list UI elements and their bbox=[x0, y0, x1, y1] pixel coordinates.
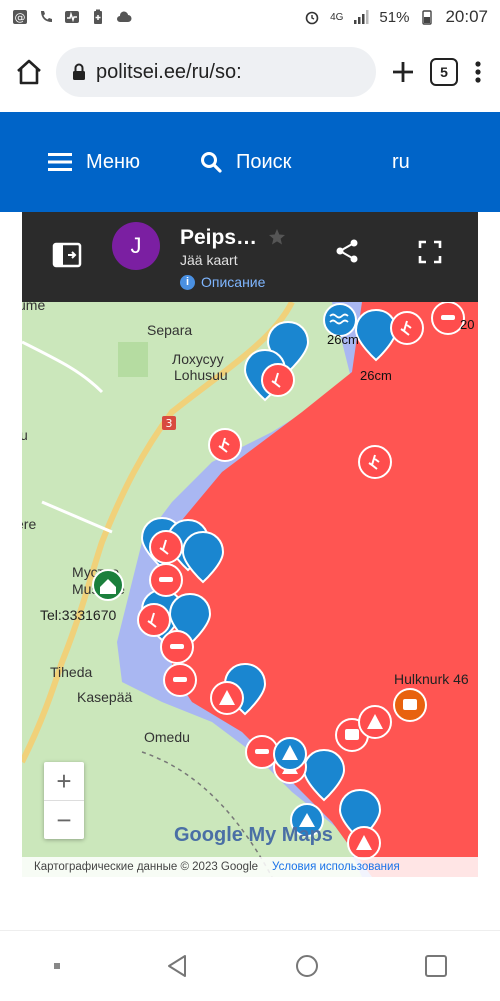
tab-switcher-button[interactable]: 5 bbox=[430, 58, 458, 86]
place-edge-ere: ere bbox=[22, 516, 36, 532]
place-edge-ume: ume bbox=[22, 302, 45, 313]
zoom-in-button[interactable]: + bbox=[44, 762, 84, 800]
google-my-maps-logo: Google My Maps bbox=[174, 824, 333, 846]
snowmobile-icon bbox=[441, 315, 455, 320]
attribution-text: Картографические данные © 2023 Google bbox=[34, 861, 259, 873]
at-icon: @ bbox=[13, 10, 27, 24]
language-switch[interactable]: ru bbox=[392, 151, 410, 174]
square-recents-icon[interactable] bbox=[423, 953, 449, 979]
hiking-marker-icon[interactable] bbox=[390, 311, 424, 345]
fullscreen-icon[interactable] bbox=[418, 240, 442, 264]
place-lohusuu: Lohusuu bbox=[174, 367, 228, 383]
place-tel: Tel:3331670 bbox=[40, 607, 117, 623]
battery-percent: 51% bbox=[379, 8, 410, 26]
hiking-marker-icon[interactable] bbox=[208, 428, 242, 462]
status-left: @ bbox=[12, 9, 132, 25]
clock: 20:07 bbox=[445, 7, 488, 26]
new-tab-icon[interactable] bbox=[388, 57, 418, 87]
map-title: Peips… bbox=[180, 226, 258, 249]
missed-call-icon bbox=[41, 11, 52, 22]
camera-icon bbox=[345, 729, 359, 740]
more-menu-icon[interactable] bbox=[470, 57, 486, 87]
circle-home-icon[interactable] bbox=[294, 953, 320, 979]
triangle-back-icon[interactable] bbox=[165, 953, 191, 979]
place-omedu: Omedu bbox=[144, 729, 190, 745]
signal-icon bbox=[354, 10, 369, 24]
home-icon[interactable] bbox=[14, 57, 44, 87]
hiking-marker-icon[interactable] bbox=[358, 445, 392, 479]
map-subtitle: Jää kaart bbox=[180, 252, 238, 268]
place-kasepaa: Kasepää bbox=[77, 689, 132, 705]
menu-label: Меню bbox=[86, 150, 141, 173]
url-text: politsei.ee/ru/so: bbox=[96, 60, 242, 83]
svg-text:@: @ bbox=[15, 11, 26, 24]
place-edge-u: u bbox=[22, 427, 28, 443]
place-separa: Separa bbox=[147, 322, 192, 338]
snowmobile-icon bbox=[159, 577, 173, 582]
status-right: 4G 51% 20:07 bbox=[304, 7, 488, 27]
map-embed: J Peips… Jää kaart i Описание 3 Separa Ло… bbox=[22, 212, 478, 877]
tab-count: 5 bbox=[440, 64, 448, 80]
map-header: J Peips… Jää kaart i Описание bbox=[22, 212, 478, 302]
hamburger-icon bbox=[48, 153, 72, 171]
url-bar[interactable]: politsei.ee/ru/so: bbox=[56, 47, 376, 97]
sidebar-toggle-icon[interactable] bbox=[52, 242, 82, 268]
avatar: J bbox=[112, 222, 160, 270]
snowmobile-icon bbox=[170, 644, 184, 649]
search-label: Поиск bbox=[236, 150, 292, 173]
system-nav-bar bbox=[0, 930, 500, 1001]
alarm-icon bbox=[305, 11, 319, 25]
ice-thickness-label: 26cm bbox=[360, 368, 392, 383]
lock-icon bbox=[73, 63, 85, 80]
star-icon[interactable] bbox=[268, 228, 286, 246]
hiking-marker-icon[interactable] bbox=[149, 530, 183, 564]
battery-plus-icon bbox=[94, 9, 102, 24]
ice-thickness-label: 20 bbox=[460, 317, 474, 332]
place-hulknurk: Hulknurk 46 bbox=[394, 671, 469, 687]
forest-patch bbox=[118, 342, 148, 377]
zoom-controls: + − bbox=[44, 762, 84, 839]
network-type: 4G bbox=[330, 11, 344, 23]
map-canvas[interactable]: 3 Separa Лохусуу Lohusuu ere u ume Муств… bbox=[22, 302, 478, 877]
snowmobile-icon bbox=[173, 677, 187, 682]
status-bar: @ 4G 51% 20:07 bbox=[0, 0, 500, 34]
place-lohusuu-ru: Лохусуу bbox=[172, 351, 224, 367]
zoom-out-button[interactable]: − bbox=[44, 800, 84, 839]
site-header: Меню Поиск ru bbox=[0, 112, 500, 212]
snowmobile-icon bbox=[255, 749, 269, 754]
info-icon: i bbox=[180, 274, 195, 290]
search-icon bbox=[201, 152, 222, 173]
place-tiheda: Tiheda bbox=[50, 664, 93, 680]
battery-icon bbox=[422, 10, 433, 25]
cloud-icon bbox=[117, 11, 132, 22]
nav-dot-icon bbox=[53, 963, 60, 969]
hiking-marker-icon[interactable] bbox=[137, 603, 171, 637]
road-number: 3 bbox=[166, 417, 173, 430]
camera-icon bbox=[403, 699, 417, 710]
search-button[interactable]: Поиск bbox=[200, 151, 291, 174]
description-link[interactable]: i Описание bbox=[180, 274, 265, 290]
menu-button[interactable]: Меню bbox=[48, 151, 140, 174]
share-icon[interactable] bbox=[334, 238, 360, 264]
description-label: Описание bbox=[201, 274, 266, 290]
activity-icon bbox=[65, 11, 79, 23]
terms-link[interactable]: Условия использования bbox=[272, 861, 400, 873]
browser-toolbar: politsei.ee/ru/so: 5 bbox=[0, 36, 500, 108]
map-attribution: Картографические данные © 2023 Google Ус… bbox=[22, 857, 478, 877]
ice-thickness-label: 26cm bbox=[327, 332, 359, 347]
hiking-marker-icon[interactable] bbox=[261, 363, 295, 397]
